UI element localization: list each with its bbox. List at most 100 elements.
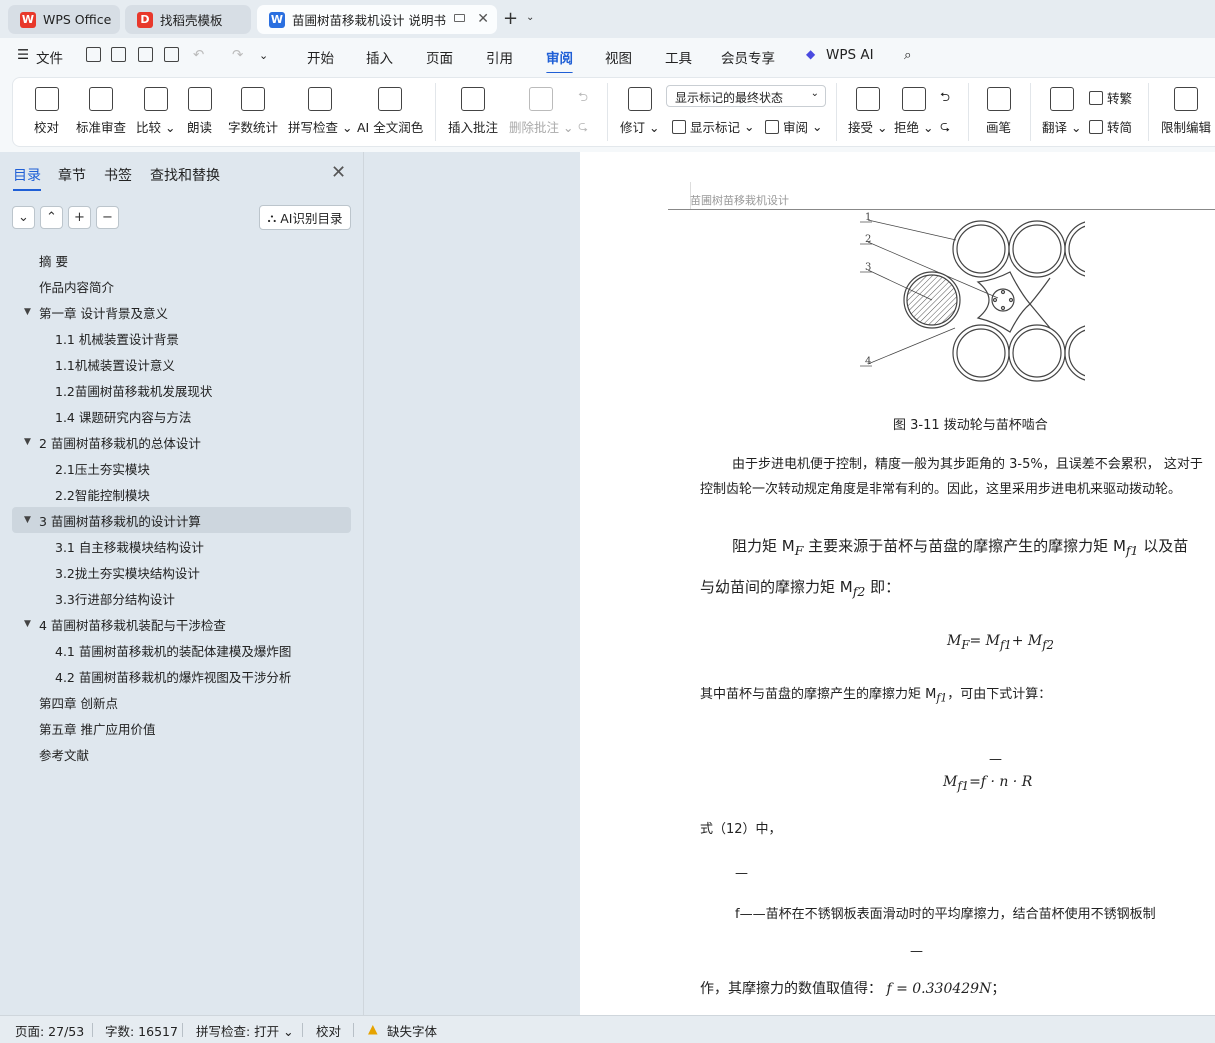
figure-caption: 图 3-11 拨动轮与苗杯啮合 — [893, 418, 1048, 433]
toc-item[interactable]: 1.4 课题研究内容与方法 — [12, 403, 351, 429]
menu-tools[interactable]: 工具 — [665, 47, 692, 67]
to-traditional-button[interactable]: 转繁 — [1089, 88, 1132, 107]
toc-item[interactable]: 摘 要 — [12, 247, 351, 273]
next-comment-icon[interactable]: ⮎ — [578, 117, 588, 138]
collapse-all-button[interactable]: ⌄ — [12, 206, 35, 229]
expand-triangle-icon[interactable]: ▼ — [24, 619, 31, 629]
toc-item[interactable]: 1.2苗圃树苗移栽机发展现状 — [12, 377, 351, 403]
close-icon[interactable]: ✕ — [331, 162, 346, 183]
toc-item[interactable]: 作品内容简介 — [12, 273, 351, 299]
print-icon[interactable] — [138, 47, 153, 62]
chevron-down-icon[interactable]: ⌄ — [526, 12, 534, 23]
menu-member[interactable]: 会员专享 — [721, 47, 775, 67]
monitor-icon[interactable] — [454, 14, 465, 22]
missing-font-indicator[interactable]: 缺失字体 — [387, 1021, 437, 1040]
warning-icon: ▲ — [368, 1021, 378, 1036]
status-divider — [92, 1023, 93, 1037]
print-preview-icon[interactable] — [164, 47, 179, 62]
expand-triangle-icon[interactable]: ▼ — [24, 515, 31, 525]
menu-references[interactable]: 引用 — [486, 47, 513, 67]
overline-mark: — — [910, 944, 923, 959]
spell-check-indicator[interactable]: 拼写检查: 打开 ⌄ — [196, 1021, 294, 1040]
page-indicator[interactable]: 页面: 27/53 — [15, 1021, 84, 1040]
toc-item-label: 第一章 设计背景及意义 — [39, 305, 168, 321]
toc-item-label: 3.3行进部分结构设计 — [55, 591, 175, 607]
toc-item[interactable]: ▼ 4 苗圃树苗移栽机装配与干涉检查 — [12, 611, 351, 637]
toc-item[interactable]: 3.3行进部分结构设计 — [12, 585, 351, 611]
previous-comment-icon[interactable]: ⮌ — [578, 88, 588, 109]
menu-home[interactable]: 开始 — [307, 47, 334, 67]
pen-button[interactable]: 画笔 — [986, 87, 1011, 136]
add-tab-icon[interactable]: + — [503, 8, 518, 29]
menu-file[interactable]: 文件 — [36, 47, 63, 67]
save-icon[interactable] — [86, 47, 101, 62]
insert-comment-button[interactable]: 插入批注 — [448, 87, 498, 136]
word-count-indicator[interactable]: 字数: 16517 — [105, 1021, 178, 1040]
proofread-button[interactable]: 校对 — [34, 87, 59, 136]
tab-bar: W WPS Office D 找稻壳模板 W 苗圃树苗移栽机设计 说明书 ✕ +… — [0, 0, 1215, 38]
display-mode-select[interactable]: 显示标记的最终状态 ⌄ — [666, 85, 826, 107]
track-changes-button[interactable]: 修订 ⌄ — [620, 87, 659, 136]
review-pane-button[interactable]: 审阅 ⌄ — [765, 117, 822, 136]
toc-item[interactable]: ▼ 3 苗圃树苗移栽机的设计计算 — [12, 507, 351, 533]
undo-icon[interactable]: ↶ — [193, 47, 204, 63]
menu-review[interactable]: 审阅 — [546, 47, 573, 75]
remove-heading-button[interactable]: − — [96, 206, 119, 229]
menu-view[interactable]: 视图 — [605, 47, 632, 67]
tab-toc[interactable]: 目录 — [13, 165, 41, 191]
chevron-down-icon[interactable]: ⌄ — [259, 49, 268, 62]
word-count-button[interactable]: 字数统计 — [228, 87, 278, 136]
toc-item[interactable]: 第四章 创新点 — [12, 689, 351, 715]
accept-button[interactable]: 接受 ⌄ — [848, 87, 887, 136]
menu-page[interactable]: 页面 — [426, 47, 453, 67]
comment-add-icon — [461, 87, 485, 111]
redo-icon[interactable]: ↷ — [232, 47, 243, 63]
delete-comment-button[interactable]: 删除批注 ⌄ — [509, 87, 573, 136]
toc-item[interactable]: 2.2智能控制模块 — [12, 481, 351, 507]
toc-item[interactable]: 3.1 自主移栽模块结构设计 — [12, 533, 351, 559]
tab-bookmarks[interactable]: 书签 — [104, 165, 132, 185]
hamburger-icon[interactable]: ☰ — [17, 47, 29, 63]
standard-review-button[interactable]: 标准审查 — [76, 87, 126, 136]
paragraph-line: 与幼苗间的摩擦力矩 Mf2 即： — [700, 578, 901, 599]
show-markup-button[interactable]: 显示标记 ⌄ — [672, 117, 754, 136]
tab-find-replace[interactable]: 查找和替换 — [150, 165, 220, 185]
toc-item[interactable]: 1.1机械装置设计意义 — [12, 351, 351, 377]
menu-insert[interactable]: 插入 — [366, 47, 393, 67]
translate-button[interactable]: 翻译 ⌄ — [1042, 87, 1081, 136]
toc-item[interactable]: ▼ 2 苗圃树苗移栽机的总体设计 — [12, 429, 351, 455]
restrict-editing-button[interactable]: 限制编辑 — [1161, 87, 1211, 136]
spell-check-button[interactable]: 拼写检查 ⌄ — [288, 87, 352, 136]
toc-item[interactable]: ▼ 第一章 设计背景及意义 — [12, 299, 351, 325]
close-icon[interactable]: ✕ — [477, 11, 489, 27]
ai-recognize-toc-button[interactable]: ⛬ AI识别目录 — [259, 205, 351, 230]
toc-item[interactable]: 第五章 推广应用价值 — [12, 715, 351, 741]
expand-triangle-icon[interactable]: ▼ — [24, 307, 31, 317]
toc-item[interactable]: 参考文献 — [12, 741, 351, 767]
expand-triangle-icon[interactable]: ▼ — [24, 437, 31, 447]
previous-change-icon[interactable]: ⮌ — [940, 88, 950, 109]
reject-button[interactable]: 拒绝 ⌄ — [894, 87, 933, 136]
menu-wps-ai[interactable]: WPS AI — [826, 47, 874, 63]
tab-sections[interactable]: 章节 — [58, 165, 86, 185]
tab-docer[interactable]: D 找稻壳模板 — [125, 5, 251, 34]
toc-item[interactable]: 4.2 苗圃树苗移栽机的爆炸视图及干涉分析 — [12, 663, 351, 689]
proofread-indicator[interactable]: 校对 — [316, 1021, 341, 1040]
tab-document[interactable]: W 苗圃树苗移栽机设计 说明书 ✕ — [257, 5, 497, 34]
toc-item[interactable]: 3.2拢土夯实模块结构设计 — [12, 559, 351, 585]
tab-wps-office[interactable]: W WPS Office — [8, 5, 120, 34]
ai-polish-button[interactable]: AI 全文润色 — [357, 87, 423, 136]
next-change-icon[interactable]: ⮎ — [940, 117, 950, 138]
toc-item[interactable]: 2.1压土夯实模块 — [12, 455, 351, 481]
to-simplified-button[interactable]: 转简 — [1089, 117, 1132, 136]
overline-mark: — — [735, 866, 748, 881]
compare-button[interactable]: 比较 ⌄ — [136, 87, 175, 136]
document-page[interactable]: 苗圃树苗移栽机设计 1 2 3 4 图 3-11 拨动轮与苗杯啮合 由于步进电机… — [580, 152, 1215, 1015]
read-aloud-button[interactable]: 朗读 — [187, 87, 212, 136]
add-heading-button[interactable]: + — [68, 206, 91, 229]
toc-item[interactable]: 4.1 苗圃树苗移栽机的装配体建模及爆炸图 — [12, 637, 351, 663]
toc-item[interactable]: 1.1 机械装置设计背景 — [12, 325, 351, 351]
search-icon[interactable]: ⌕ — [904, 47, 912, 63]
expand-up-button[interactable]: ⌃ — [40, 206, 63, 229]
export-icon[interactable] — [111, 47, 126, 62]
